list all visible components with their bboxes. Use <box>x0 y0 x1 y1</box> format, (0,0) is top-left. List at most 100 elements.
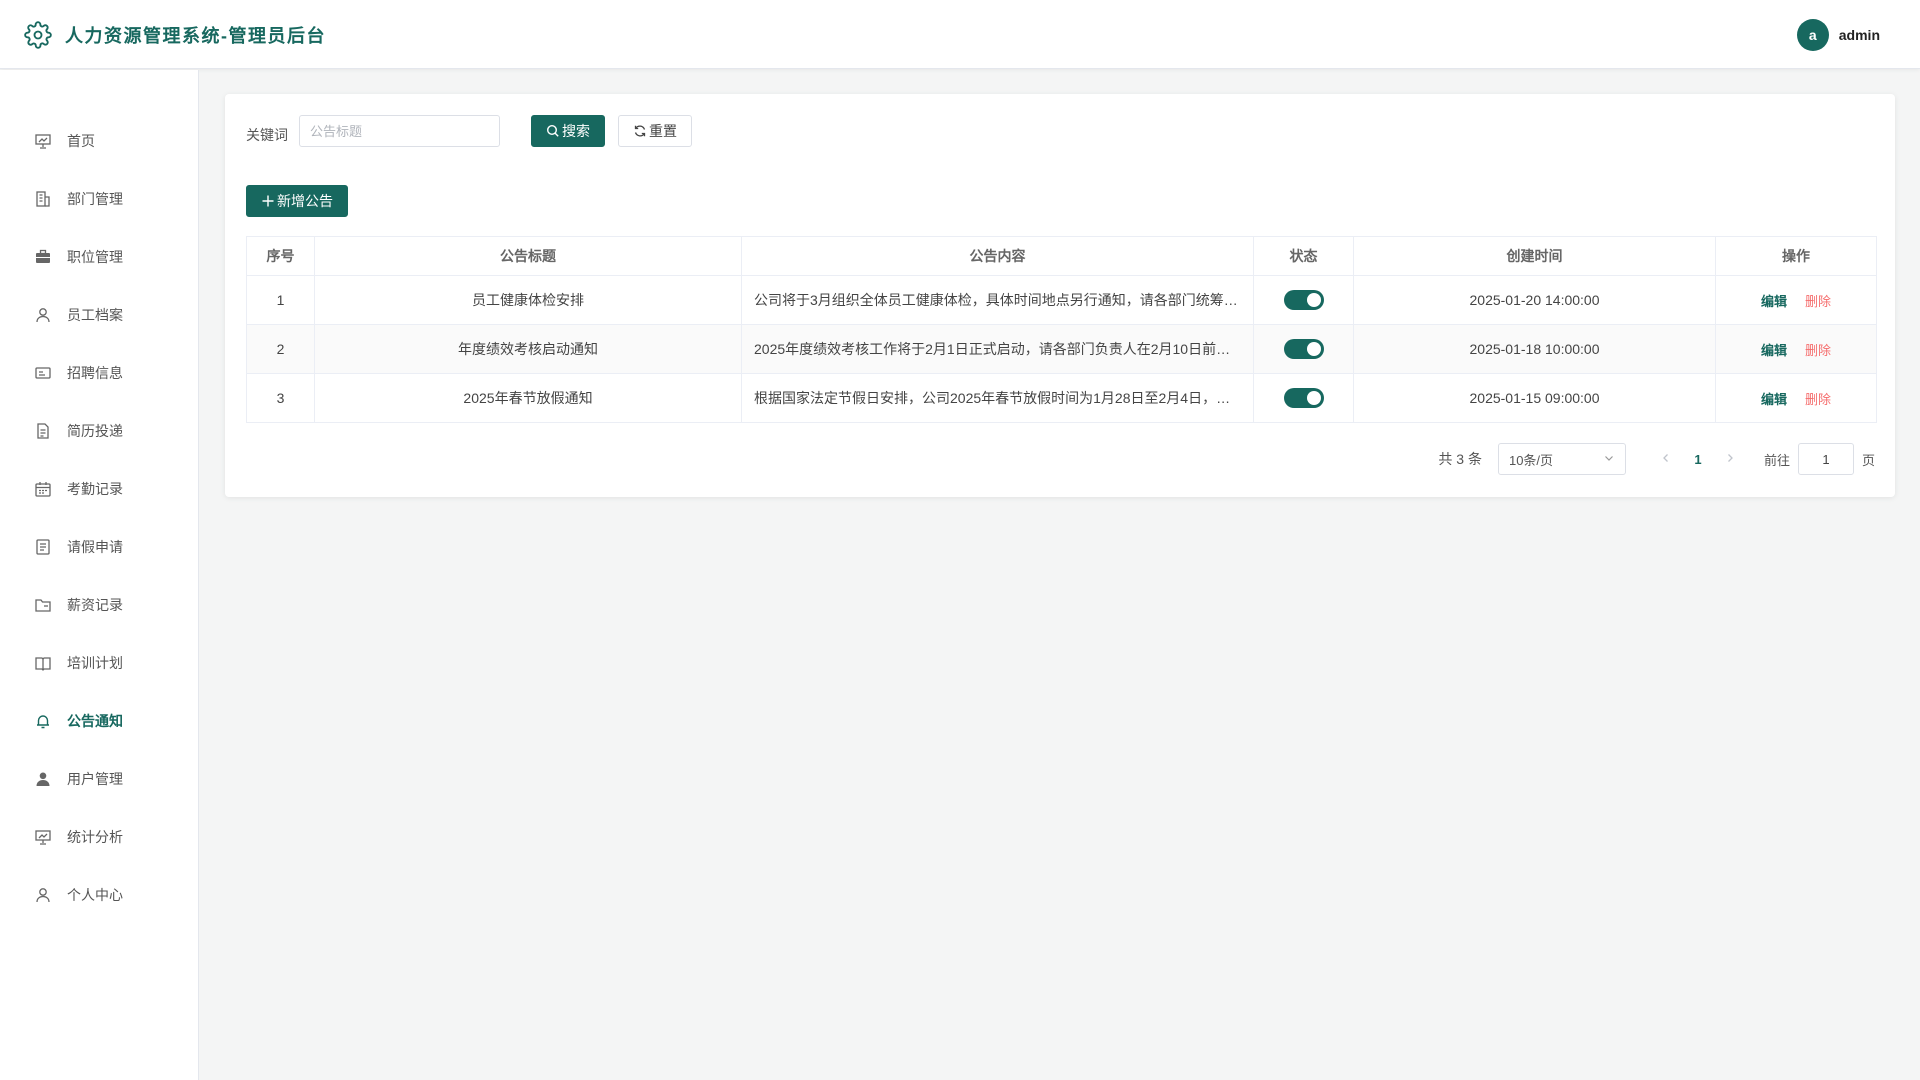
table-row: 2 年度绩效考核启动通知 2025年度绩效考核工作将于2月1日正式启动，请各部门… <box>246 324 1877 374</box>
sidebar-item-statistics[interactable]: 统计分析 <box>0 812 198 862</box>
calendar-icon <box>34 480 52 498</box>
row-actions: 编辑 删除 <box>1715 373 1877 423</box>
pagination-total: 共 3 条 <box>1438 451 1482 467</box>
sidebar-item-home[interactable]: 首页 <box>0 116 198 166</box>
document-icon <box>34 422 52 440</box>
id-card-icon <box>34 364 52 382</box>
row-created-time: 2025-01-18 10:00:00 <box>1353 324 1716 374</box>
edit-link[interactable]: 编辑 <box>1761 392 1787 407</box>
list-icon <box>34 538 52 556</box>
top-header: 人力资源管理系统-管理员后台 a admin <box>0 0 1920 69</box>
row-actions: 编辑 删除 <box>1715 324 1877 374</box>
table-row: 1 员工健康体检安排 公司将于3月组织全体员工健康体检，具体时间地点另行通知，请… <box>246 275 1877 325</box>
row-title: 2025年春节放假通知 <box>314 373 742 423</box>
chevron-right-icon <box>1728 454 1733 462</box>
row-index: 1 <box>246 275 315 325</box>
user-menu[interactable]: a admin <box>1796 19 1880 51</box>
sidebar-item-leave[interactable]: 请假申请 <box>0 522 198 572</box>
row-index: 2 <box>246 324 315 374</box>
gear-icon <box>24 21 52 49</box>
page-size-select[interactable]: 10条/页 <box>1497 443 1626 475</box>
row-title: 年度绩效考核启动通知 <box>314 324 742 374</box>
column-header-actions: 操作 <box>1715 236 1877 276</box>
app-title: 人力资源管理系统-管理员后台 <box>65 26 326 46</box>
row-status <box>1253 373 1354 423</box>
row-content: 2025年度绩效考核工作将于2月1日正式启动，请各部门负责人在2月10日前完成考… <box>741 324 1254 374</box>
column-header-index: 序号 <box>246 236 315 276</box>
status-toggle[interactable] <box>1283 388 1324 408</box>
user-icon <box>34 886 52 904</box>
sidebar-item-recruitment[interactable]: 招聘信息 <box>0 348 198 398</box>
column-header-created: 创建时间 <box>1353 236 1716 276</box>
row-status <box>1253 275 1354 325</box>
row-created-time: 2025-01-20 14:00:00 <box>1353 275 1716 325</box>
delete-link[interactable]: 删除 <box>1805 343 1831 358</box>
sidebar-item-label: 职位管理 <box>67 249 123 265</box>
search-button[interactable]: 搜索 <box>531 115 605 147</box>
page-size-value: 10条/页 <box>1508 452 1554 468</box>
status-toggle[interactable] <box>1283 290 1324 310</box>
sidebar-item-label: 部门管理 <box>67 191 123 207</box>
row-title: 员工健康体检安排 <box>314 275 742 325</box>
sidebar-item-employees[interactable]: 员工档案 <box>0 290 198 340</box>
edit-link[interactable]: 编辑 <box>1761 294 1787 309</box>
sidebar-item-label: 请假申请 <box>67 539 123 555</box>
row-status <box>1253 324 1354 374</box>
sidebar-item-training[interactable]: 培训计划 <box>0 638 198 688</box>
sidebar-item-label: 公告通知 <box>67 713 123 729</box>
add-announcement-label: 新增公告 <box>277 193 333 209</box>
prev-page-button[interactable] <box>1650 451 1682 467</box>
announcement-panel: 关键词 搜索 重置 新增公告 序号 公告标题 <box>225 94 1895 497</box>
page-suffix: 页 <box>1861 452 1875 468</box>
chevron-down-icon <box>1603 452 1615 467</box>
sidebar-item-profile[interactable]: 个人中心 <box>0 870 198 920</box>
goto-label: 前往 <box>1763 452 1790 468</box>
announcement-table: 序号 公告标题 公告内容 状态 创建时间 操作 1 员工健康体检安排 公司将于3… <box>246 236 1877 423</box>
chevron-left-icon <box>1663 454 1668 462</box>
user-icon <box>34 306 52 324</box>
row-created-time: 2025-01-15 09:00:00 <box>1353 373 1716 423</box>
keyword-search-input[interactable] <box>299 115 500 147</box>
sidebar-item-label: 薪资记录 <box>67 597 123 613</box>
delete-link[interactable]: 删除 <box>1805 392 1831 407</box>
status-toggle[interactable] <box>1283 339 1324 359</box>
goto-page-input[interactable] <box>1797 443 1854 475</box>
row-content: 公司将于3月组织全体员工健康体检，具体时间地点另行通知，请各部门统筹安排。 <box>741 275 1254 325</box>
presentation-icon <box>34 828 52 846</box>
page-number-current[interactable]: 1 <box>1682 452 1714 467</box>
avatar[interactable]: a <box>1796 19 1829 51</box>
column-header-status: 状态 <box>1253 236 1354 276</box>
row-actions: 编辑 删除 <box>1715 275 1877 325</box>
pagination: 共 3 条 10条/页 1 前往 页 <box>1438 443 1875 475</box>
delete-link[interactable]: 删除 <box>1805 294 1831 309</box>
user-filled-icon <box>34 770 52 788</box>
table-header-row: 序号 公告标题 公告内容 状态 创建时间 操作 <box>246 236 1877 276</box>
row-index: 3 <box>246 373 315 423</box>
sidebar-item-label: 首页 <box>67 133 95 149</box>
edit-link[interactable]: 编辑 <box>1761 343 1787 358</box>
sidebar-item-label: 招聘信息 <box>67 365 123 381</box>
row-content: 根据国家法定节假日安排，公司2025年春节放假时间为1月28日至2月4日，共8天… <box>741 373 1254 423</box>
reset-button[interactable]: 重置 <box>618 115 692 147</box>
plus-icon <box>261 194 275 208</box>
sidebar-item-label: 员工档案 <box>67 307 123 323</box>
sidebar-item-label: 考勤记录 <box>67 481 123 497</box>
sidebar-item-positions[interactable]: 职位管理 <box>0 232 198 282</box>
sidebar-item-resumes[interactable]: 简历投递 <box>0 406 198 456</box>
reset-button-label: 重置 <box>649 123 677 139</box>
sidebar-item-users[interactable]: 用户管理 <box>0 754 198 804</box>
sidebar-item-announcements[interactable]: 公告通知 <box>0 696 198 746</box>
sidebar-item-label: 个人中心 <box>67 887 123 903</box>
book-icon <box>34 654 52 672</box>
sidebar-item-label: 培训计划 <box>67 655 123 671</box>
sidebar-item-departments[interactable]: 部门管理 <box>0 174 198 224</box>
sidebar-item-attendance[interactable]: 考勤记录 <box>0 464 198 514</box>
username[interactable]: admin <box>1839 27 1880 43</box>
sidebar: 首页 部门管理 职位管理 员工档案 招聘信息 简历投递 考勤记录 请假申请 薪资… <box>0 70 199 1080</box>
sidebar-item-salary[interactable]: 薪资记录 <box>0 580 198 630</box>
sidebar-item-label: 统计分析 <box>67 829 123 845</box>
add-announcement-button[interactable]: 新增公告 <box>246 185 348 217</box>
next-page-button[interactable] <box>1714 451 1746 467</box>
chart-icon <box>34 132 52 150</box>
refresh-icon <box>633 124 647 138</box>
